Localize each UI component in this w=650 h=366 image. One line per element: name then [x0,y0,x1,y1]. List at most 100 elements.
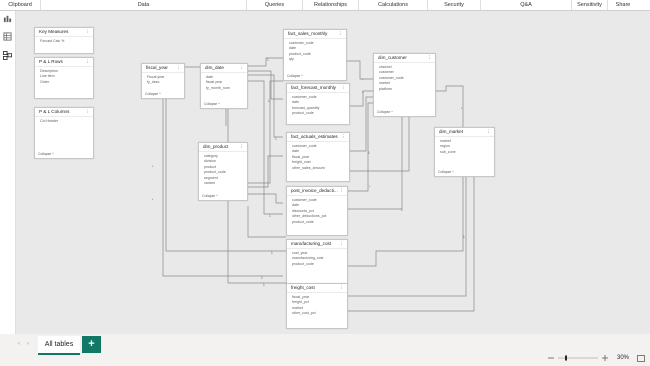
table-card-manufacturing-cost[interactable]: manufacturing_cost ⋮ cost_year manufactur… [286,239,348,284]
more-options-icon[interactable]: ⋮ [341,133,346,141]
field-row[interactable]: sub_zone [440,150,494,155]
chevron-right-icon[interactable]: › [27,341,29,347]
svg-text:1: 1 [271,251,273,255]
more-options-icon[interactable]: ⋮ [427,54,432,62]
ribbon-group-share: Share [615,2,631,8]
zoom-slider[interactable] [548,355,610,361]
tab-all-tables[interactable]: All tables [38,336,80,355]
ribbon-group-queries: Queries [247,0,303,10]
field-row[interactable]: fy_desc [147,80,184,85]
table-card-dim-date[interactable]: dim_date ⋮ date fiscal year fy_month_num … [200,63,248,109]
more-options-icon[interactable]: ⋮ [486,128,491,136]
table-title: manufacturing_cost [291,241,332,246]
field-row[interactable]: platform [379,87,435,92]
table-title: fact_actuals_estimates [291,134,338,139]
table-title: freight_cost [291,285,315,290]
table-title: P & L Rows [39,59,63,64]
more-options-icon[interactable]: ⋮ [341,84,346,92]
table-card-dim-customer[interactable]: dim_customer ⋮ channel customer customer_… [373,53,436,117]
more-options-icon[interactable]: ⋮ [339,240,344,248]
ribbon-group-calculations: Calculations [359,0,428,10]
svg-text:1: 1 [267,58,269,62]
table-title: fact_forecast_monthly [291,85,336,90]
svg-text:*: * [152,198,154,202]
ribbon-group-data: Data [41,0,247,10]
table-title: Key Measures [39,29,69,34]
table-card-fact-forecast-monthly[interactable]: fact_forecast_monthly ⋮ customer_code dat… [286,83,350,125]
table-card-fiscal-year[interactable]: fiscal_year ⋮ Fiscal year fy_desc Collaps… [141,63,185,99]
svg-text:1: 1 [261,276,263,280]
table-card-fact-sales-monthly[interactable]: fact_sales_monthly ⋮ customer_code date p… [283,29,347,81]
more-options-icon[interactable]: ⋮ [85,58,90,66]
more-options-icon[interactable]: ⋮ [85,108,90,116]
field-row[interactable]: Order [40,80,93,85]
ribbon-group-security: Security [428,0,481,10]
model-canvas[interactable]: 111 111 11* *1* *11 **1 Key Measures⋮ Fo… [16,11,650,334]
svg-text:*: * [369,185,371,189]
more-options-icon[interactable]: ⋮ [339,284,344,292]
field-row[interactable]: other_cost_pct [292,311,347,316]
collapse-toggle[interactable]: Collapse ^ [202,194,218,198]
ribbon-group-sensitivity: Sensitivity [572,0,608,10]
more-options-icon[interactable]: ⋮ [338,30,343,38]
collapse-toggle[interactable]: Collapse ^ [287,74,303,78]
ribbon-group-relationships: Relationships [303,0,359,10]
table-title: post_invoice_deducti... [291,188,338,193]
ribbon-group-qa: Q&A [481,0,572,10]
svg-text:*: * [362,91,364,95]
field-row[interactable]: variant [204,181,247,186]
table-card-dim-market[interactable]: dim_market ⋮ market region sub_zone Colla… [434,127,495,177]
table-card-pl-rows[interactable]: P & L Rows ⋮ Description Line item Order [34,57,94,99]
field-row[interactable]: product_code [292,262,347,267]
table-title: fact_sales_monthly [288,31,328,36]
collapse-toggle[interactable]: Collapse ^ [145,92,161,96]
table-title: dim_customer [378,55,407,60]
view-switcher-rail [0,11,16,345]
more-options-icon[interactable]: ⋮ [176,64,181,72]
collapse-toggle[interactable]: Collapse ^ [438,170,454,174]
table-title: dim_market [439,129,463,134]
collapse-toggle[interactable]: Collapse ^ [377,110,393,114]
chevron-left-icon[interactable]: ‹ [18,341,20,347]
table-title: dim_product [203,144,229,149]
field-row[interactable]: fy_month_num [206,86,247,91]
add-layout-button[interactable]: + [82,336,101,353]
collapse-toggle[interactable]: Collapse ^ [204,102,220,106]
more-options-icon[interactable]: ⋮ [239,143,244,151]
table-view-icon[interactable] [3,32,12,41]
report-view-icon[interactable] [3,14,12,23]
more-options-icon[interactable]: ⋮ [85,28,90,36]
svg-text:1: 1 [463,235,465,239]
collapse-toggle[interactable]: Collapse ^ [38,152,54,156]
svg-text:1: 1 [275,137,277,141]
table-title: dim_date [205,65,224,70]
zoom-level: 30% [617,355,630,361]
field-row[interactable]: other_sales_amount [292,166,349,171]
table-card-pl-columns[interactable]: P & L Columns ⋮ Col Header Collapse ^ [34,107,94,159]
more-options-icon[interactable]: ⋮ [339,187,344,195]
svg-text:*: * [362,78,364,82]
field-row[interactable]: product_code [292,111,349,116]
svg-text:*: * [152,165,154,169]
field-row[interactable]: Col Header [40,119,93,124]
svg-text:1: 1 [401,208,403,212]
table-card-post-invoice-deductions[interactable]: post_invoice_deducti... ⋮ customer_code d… [286,186,348,236]
field-row[interactable]: Forcast Calc % [40,39,93,44]
svg-text:1: 1 [269,214,271,218]
svg-text:1: 1 [268,99,270,103]
model-view-icon[interactable] [3,51,12,60]
svg-text:1: 1 [368,151,370,155]
ribbon-group-clipboard: Clipboard [0,0,41,10]
table-card-dim-product[interactable]: dim_product ⋮ category division product p… [198,142,248,201]
ribbon-group-bar: Clipboard Data Queries Relationships Cal… [0,0,650,11]
fit-to-screen-icon[interactable] [637,355,645,362]
table-card-key-measures[interactable]: Key Measures ⋮ Forcast Calc % [34,27,94,54]
field-row[interactable]: product_code [292,220,347,225]
table-card-fact-actuals-estimates[interactable]: fact_actuals_estimates ⋮ customer_code da… [286,132,350,182]
table-card-freight-cost[interactable]: freight_cost ⋮ fiscal_year freight_pct ma… [286,283,348,329]
svg-text:1: 1 [263,283,265,287]
field-row[interactable]: qty [289,57,346,62]
table-title: P & L Columns [39,109,70,114]
more-options-icon[interactable]: ⋮ [239,64,244,72]
table-title: fiscal_year [146,65,168,70]
